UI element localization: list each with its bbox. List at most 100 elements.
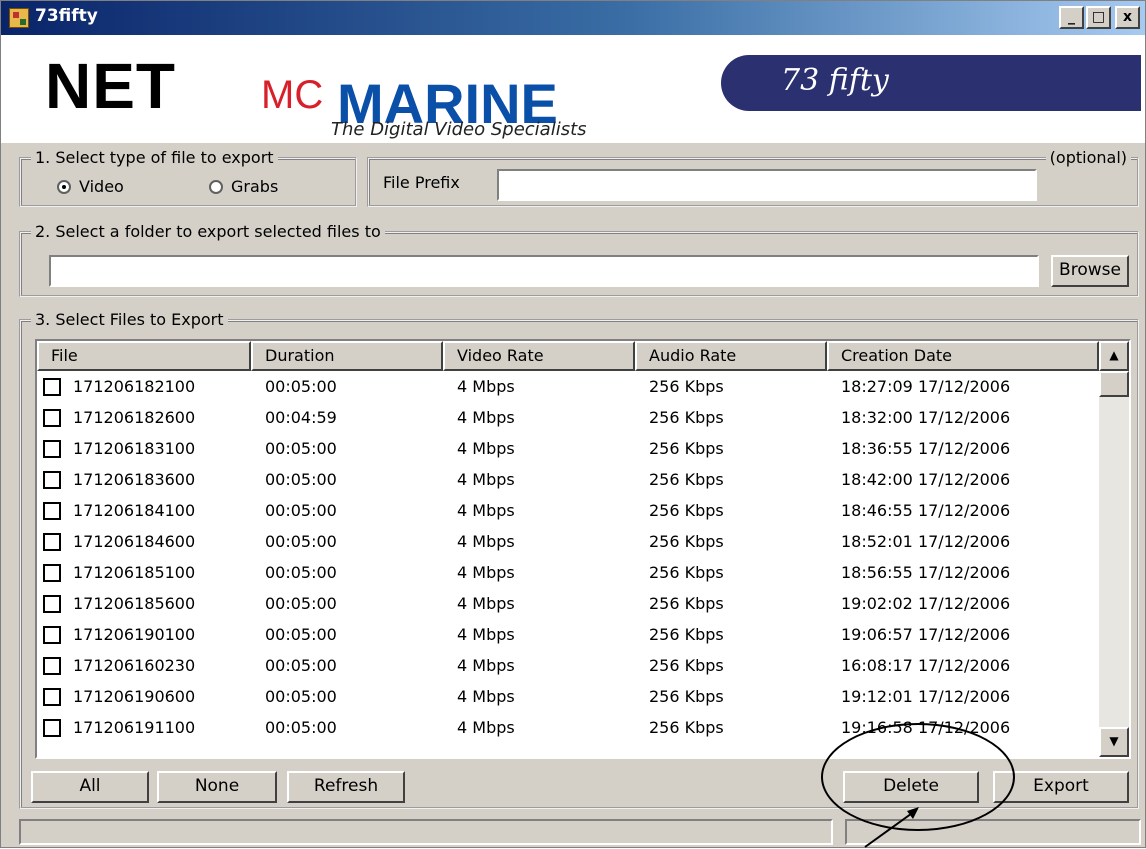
checkbox-icon[interactable] bbox=[43, 626, 61, 644]
checkbox-icon[interactable] bbox=[43, 719, 61, 737]
cell-created: 16:08:17 17/12/2006 bbox=[841, 656, 1011, 675]
column-header-video-rate[interactable]: Video Rate bbox=[443, 341, 635, 371]
cell-created: 19:12:01 17/12/2006 bbox=[841, 687, 1011, 706]
annotation-arrow-icon bbox=[864, 807, 919, 848]
column-header-creation-date[interactable]: Creation Date bbox=[827, 341, 1099, 371]
app-window: 73fifty _ □ x NET MC MARINE The Digital … bbox=[0, 0, 1146, 848]
radio-grabs[interactable]: Grabs bbox=[209, 177, 278, 196]
table-row[interactable]: 171206160230 00:05:00 4 Mbps 256 Kbps 16:08:… bbox=[37, 652, 1099, 680]
radio-video-label: Video bbox=[79, 177, 124, 196]
radio-video[interactable]: Video bbox=[57, 177, 124, 196]
cell-video-rate: 4 Mbps bbox=[457, 625, 515, 644]
cell-file: 171206184600 bbox=[73, 532, 196, 551]
minimize-button[interactable]: _ bbox=[1059, 6, 1084, 29]
table-row[interactable]: 171206184600 00:05:00 4 Mbps 256 Kbps 18:52:… bbox=[37, 528, 1099, 556]
file-prefix-input[interactable] bbox=[497, 169, 1037, 201]
cell-created: 19:02:02 17/12/2006 bbox=[841, 594, 1011, 613]
browse-button[interactable]: Browse bbox=[1051, 255, 1129, 287]
scroll-up-icon[interactable]: ▲ bbox=[1099, 341, 1129, 371]
cell-file: 171206190600 bbox=[73, 687, 196, 706]
cell-duration: 00:05:00 bbox=[265, 563, 337, 582]
checkbox-icon[interactable] bbox=[43, 564, 61, 582]
export-folder-input[interactable] bbox=[49, 255, 1039, 287]
checkbox-icon[interactable] bbox=[43, 409, 61, 427]
cell-video-rate: 4 Mbps bbox=[457, 687, 515, 706]
cell-duration: 00:04:59 bbox=[265, 408, 337, 427]
cell-audio-rate: 256 Kbps bbox=[649, 718, 724, 737]
logo-mc-text: MC bbox=[261, 73, 324, 117]
table-row[interactable]: 171206184100 00:05:00 4 Mbps 256 Kbps 18:46:… bbox=[37, 497, 1099, 525]
checkbox-icon[interactable] bbox=[43, 471, 61, 489]
table-row[interactable]: 171206185600 00:05:00 4 Mbps 256 Kbps 19:02:… bbox=[37, 590, 1099, 618]
checkbox-icon[interactable] bbox=[43, 688, 61, 706]
vertical-scrollbar[interactable]: ▲ ▼ bbox=[1099, 341, 1129, 757]
cell-created: 19:06:57 17/12/2006 bbox=[841, 625, 1011, 644]
cell-video-rate: 4 Mbps bbox=[457, 439, 515, 458]
cell-video-rate: 4 Mbps bbox=[457, 594, 515, 613]
table-row[interactable]: 171206190600 00:05:00 4 Mbps 256 Kbps 19:12:… bbox=[37, 683, 1099, 711]
cell-video-rate: 4 Mbps bbox=[457, 718, 515, 737]
cell-audio-rate: 256 Kbps bbox=[649, 687, 724, 706]
column-header-file[interactable]: File bbox=[37, 341, 251, 371]
scroll-thumb[interactable] bbox=[1099, 371, 1129, 397]
cell-file: 171206191100 bbox=[73, 718, 196, 737]
cell-file: 171206183100 bbox=[73, 439, 196, 458]
table-row[interactable]: 171206183600 00:05:00 4 Mbps 256 Kbps 18:42:… bbox=[37, 466, 1099, 494]
product-badge: 73 fifty bbox=[721, 55, 1141, 111]
cell-audio-rate: 256 Kbps bbox=[649, 470, 724, 489]
table-row[interactable]: 171206182600 00:04:59 4 Mbps 256 Kbps 18:32:… bbox=[37, 404, 1099, 432]
table-row[interactable]: 171206182100 00:05:00 4 Mbps 256 Kbps 18:27:… bbox=[37, 373, 1099, 401]
cell-duration: 00:05:00 bbox=[265, 625, 337, 644]
export-folder-group: 2. Select a folder to export selected fi… bbox=[19, 222, 1139, 297]
column-header-duration[interactable]: Duration bbox=[251, 341, 443, 371]
checkbox-icon[interactable] bbox=[43, 533, 61, 551]
table-row[interactable]: 171206185100 00:05:00 4 Mbps 256 Kbps 18:56:… bbox=[37, 559, 1099, 587]
checkbox-icon[interactable] bbox=[43, 378, 61, 396]
column-header-audio-rate[interactable]: Audio Rate bbox=[635, 341, 827, 371]
checkbox-icon[interactable] bbox=[43, 502, 61, 520]
cell-created: 18:27:09 17/12/2006 bbox=[841, 377, 1011, 396]
cell-duration: 00:05:00 bbox=[265, 687, 337, 706]
radio-grabs-label: Grabs bbox=[231, 177, 279, 196]
cell-duration: 00:05:00 bbox=[265, 501, 337, 520]
table-row[interactable]: 171206190100 00:05:00 4 Mbps 256 Kbps 19:06:… bbox=[37, 621, 1099, 649]
cell-audio-rate: 256 Kbps bbox=[649, 532, 724, 551]
cell-duration: 00:05:00 bbox=[265, 532, 337, 551]
select-all-button[interactable]: All bbox=[31, 771, 149, 803]
cell-audio-rate: 256 Kbps bbox=[649, 563, 724, 582]
maximize-button[interactable]: □ bbox=[1086, 6, 1111, 29]
cell-audio-rate: 256 Kbps bbox=[649, 656, 724, 675]
cell-audio-rate: 256 Kbps bbox=[649, 594, 724, 613]
refresh-button[interactable]: Refresh bbox=[287, 771, 405, 803]
cell-audio-rate: 256 Kbps bbox=[649, 501, 724, 520]
cell-audio-rate: 256 Kbps bbox=[649, 377, 724, 396]
cell-audio-rate: 256 Kbps bbox=[649, 625, 724, 644]
checkbox-icon[interactable] bbox=[43, 595, 61, 613]
radio-dot-icon bbox=[209, 180, 223, 194]
logo-net-text: NET bbox=[45, 50, 176, 122]
files-legend: 3. Select Files to Export bbox=[31, 310, 228, 329]
cell-created: 18:36:55 17/12/2006 bbox=[841, 439, 1011, 458]
brand-header: NET MC MARINE The Digital Video Speciali… bbox=[1, 35, 1145, 143]
file-list[interactable]: File Duration Video Rate Audio Rate Crea… bbox=[35, 339, 1131, 759]
title-bar[interactable]: 73fifty _ □ x bbox=[1, 1, 1145, 35]
select-none-button[interactable]: None bbox=[157, 771, 277, 803]
radio-dot-icon bbox=[57, 180, 71, 194]
logo-tagline: The Digital Video Specialists bbox=[331, 119, 587, 140]
cell-duration: 00:05:00 bbox=[265, 470, 337, 489]
cell-duration: 00:05:00 bbox=[265, 718, 337, 737]
checkbox-icon[interactable] bbox=[43, 657, 61, 675]
cell-duration: 00:05:00 bbox=[265, 377, 337, 396]
scroll-down-icon[interactable]: ▼ bbox=[1099, 727, 1129, 757]
cell-video-rate: 4 Mbps bbox=[457, 532, 515, 551]
cell-created: 18:56:55 17/12/2006 bbox=[841, 563, 1011, 582]
optional-legend: (optional) bbox=[1045, 148, 1131, 167]
cell-video-rate: 4 Mbps bbox=[457, 377, 515, 396]
cell-audio-rate: 256 Kbps bbox=[649, 439, 724, 458]
table-row[interactable]: 171206183100 00:05:00 4 Mbps 256 Kbps 18:36:… bbox=[37, 435, 1099, 463]
cell-file: 171206190100 bbox=[73, 625, 196, 644]
close-button[interactable]: x bbox=[1115, 6, 1140, 29]
cell-file: 171206185100 bbox=[73, 563, 196, 582]
cell-video-rate: 4 Mbps bbox=[457, 470, 515, 489]
checkbox-icon[interactable] bbox=[43, 440, 61, 458]
